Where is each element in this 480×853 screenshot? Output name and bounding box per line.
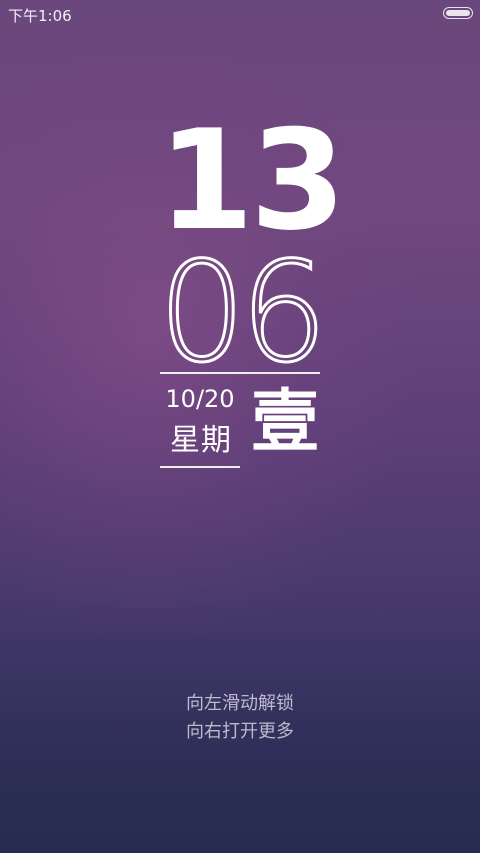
status-time: 下午1:06	[8, 7, 72, 25]
unlock-hints[interactable]: 向左滑动解锁 向右打开更多	[0, 690, 480, 746]
date-month-day: 10/20	[165, 385, 235, 413]
battery-icon	[443, 7, 473, 19]
battery-level-fill	[446, 10, 470, 16]
date-divider-bottom	[160, 466, 240, 468]
status-bar: 下午1:06	[0, 0, 480, 28]
clock-minutes: 06	[157, 232, 330, 393]
clock-hours: 13	[158, 100, 346, 261]
weekday-numeral: 壹	[250, 382, 319, 462]
swipe-left-unlock-hint: 向左滑动解锁	[186, 693, 294, 714]
date-divider-top	[160, 372, 320, 374]
weekday-label: 星期	[170, 423, 232, 458]
swipe-right-more-hint: 向右打开更多	[186, 721, 294, 742]
